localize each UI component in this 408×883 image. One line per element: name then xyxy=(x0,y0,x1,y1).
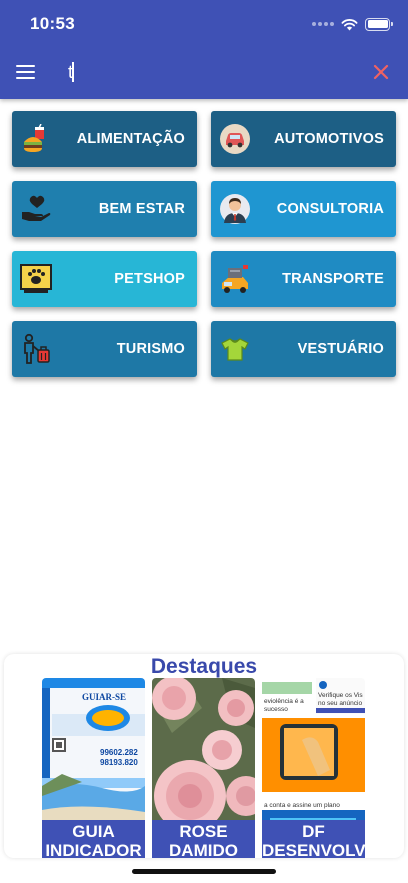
category-bem-estar-button[interactable]: BEM ESTAR xyxy=(12,181,197,237)
promo-text: eviolência é a xyxy=(264,698,304,705)
category-turismo-button[interactable]: TURISMO xyxy=(12,321,197,377)
category-label: ALIMENTAÇÃO xyxy=(76,131,185,147)
status-icons xyxy=(312,16,393,32)
consultant-icon xyxy=(219,193,251,225)
destaque-caption: ROSE DAMIDO xyxy=(152,820,255,858)
destaque-caption: GUIA INDICADOR xyxy=(42,820,145,858)
close-icon[interactable] xyxy=(370,61,392,83)
destaque-caption: DF DESENVOLVI xyxy=(262,820,365,858)
destaques-carousel[interactable]: GUIAR-SE 99602.282 98193.820 GUIA INDICA… xyxy=(42,678,365,858)
hamburger-icon xyxy=(16,65,35,67)
category-label: BEM ESTAR xyxy=(98,201,185,217)
category-label: PETSHOP xyxy=(114,271,185,287)
category-automotivos-button[interactable]: AUTOMOTIVOS xyxy=(211,111,396,167)
destaques-title: Destaques xyxy=(150,655,258,678)
menu-button[interactable] xyxy=(16,60,40,84)
truck-icon xyxy=(219,263,251,295)
signal-icon xyxy=(312,22,334,26)
text-cursor xyxy=(72,62,74,82)
destaque-card-df[interactable]: Verifique os Vis no seu anúncio eviolênc… xyxy=(262,678,365,858)
category-grid: ALIMENTAÇÃO AUTOMOTIVOS BEM ESTAR CONSUL… xyxy=(12,111,396,377)
search-input[interactable] xyxy=(68,58,348,86)
fast-food-icon xyxy=(20,123,52,155)
status-time: 10:53 xyxy=(30,14,75,33)
destaques-panel: Destaques GUIAR-SE 99602.282 98193.820 G… xyxy=(4,654,404,858)
category-consultoria-button[interactable]: CONSULTORIA xyxy=(211,181,396,237)
battery-icon xyxy=(365,17,393,31)
heart-hand-icon xyxy=(20,193,52,225)
category-label: VESTUÁRIO xyxy=(297,341,384,357)
category-label: TURISMO xyxy=(116,341,185,357)
promo-text: a conta e assine um plano xyxy=(264,802,340,809)
category-label: AUTOMOTIVOS xyxy=(274,131,384,147)
category-alimentacao-button[interactable]: ALIMENTAÇÃO xyxy=(12,111,197,167)
car-icon xyxy=(219,123,251,155)
promo-text: no seu anúncio xyxy=(318,700,363,707)
category-label: TRANSPORTE xyxy=(282,271,384,287)
wifi-icon xyxy=(341,18,358,30)
destaque-card-rose[interactable]: ROSE DAMIDO xyxy=(152,678,255,858)
paw-icon xyxy=(20,263,52,295)
category-transporte-button[interactable]: TRANSPORTE xyxy=(211,251,396,307)
flyer-title: GUIAR-SE xyxy=(82,692,127,702)
flyer-phone-2: 98193.820 xyxy=(100,758,138,767)
app-screen: 10:53 t ALIMENTAÇÃO AUTOMOTIVOS BEM ESTA… xyxy=(0,0,408,883)
home-indicator[interactable] xyxy=(132,869,276,874)
category-vestuario-button[interactable]: VESTUÁRIO xyxy=(211,321,396,377)
flyer-phone-1: 99602.282 xyxy=(100,748,138,757)
tshirt-icon xyxy=(219,333,251,365)
promo-text: sucesso xyxy=(264,706,288,713)
traveler-icon xyxy=(20,333,52,365)
destaque-card-guia[interactable]: GUIAR-SE 99602.282 98193.820 GUIA INDICA… xyxy=(42,678,145,858)
category-label: CONSULTORIA xyxy=(276,201,384,217)
app-header: 10:53 xyxy=(0,0,408,99)
category-petshop-button[interactable]: PETSHOP xyxy=(12,251,197,307)
promo-text: Verifique os Vis xyxy=(318,692,363,699)
